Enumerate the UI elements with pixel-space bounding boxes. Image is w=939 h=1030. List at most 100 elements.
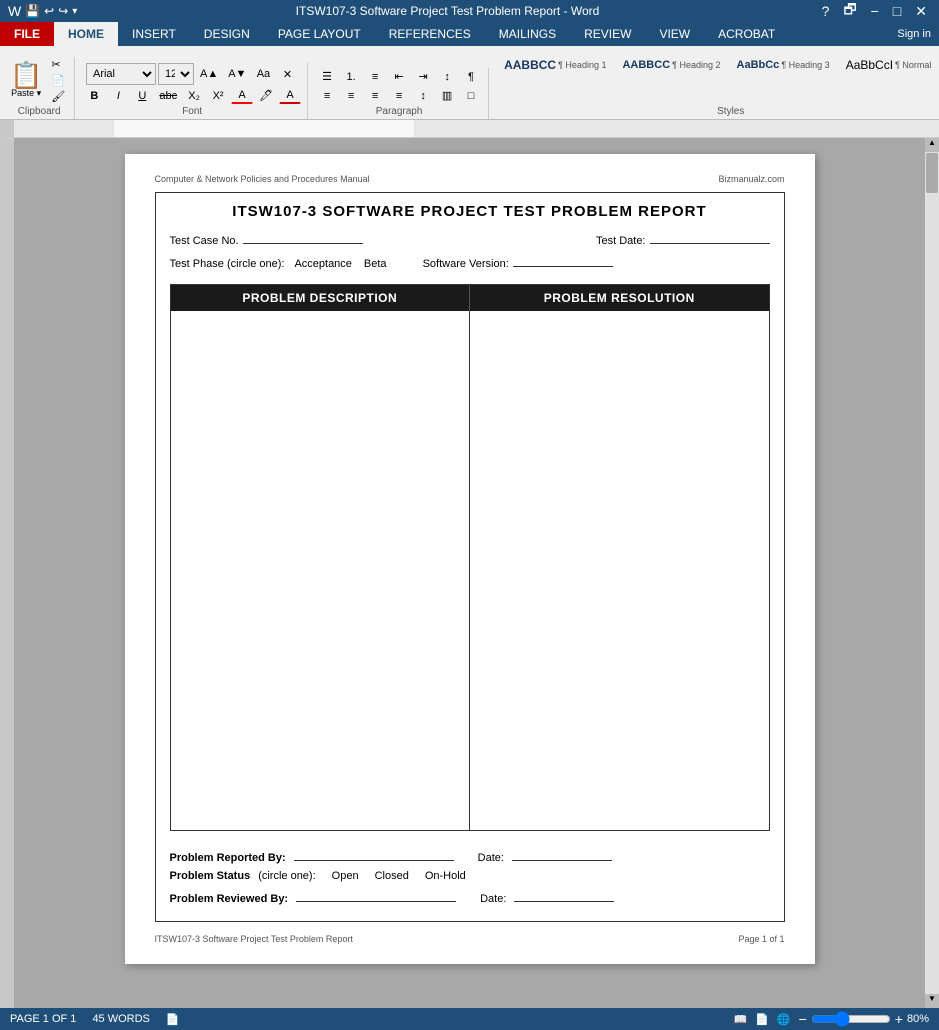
ribbon-tabs: FILE HOME INSERT DESIGN PAGE LAYOUT REFE… [0, 22, 939, 46]
text-color-btn[interactable]: A [231, 87, 253, 104]
font-size-select[interactable]: 12 [158, 63, 194, 85]
tab-home[interactable]: HOME [54, 22, 118, 46]
align-right-btn[interactable]: ≡ [364, 88, 386, 104]
align-left-btn[interactable]: ≡ [316, 88, 338, 104]
problem-header: PROBLEM DESCRIPTION PROBLEM RESOLUTION [171, 285, 769, 311]
shading-btn[interactable]: ▥ [436, 87, 458, 104]
scroll-down-btn[interactable]: ▼ [925, 994, 939, 1008]
undo-btn[interactable]: ↩ [44, 4, 54, 18]
zoom-level: 80% [907, 1013, 929, 1025]
sign-in[interactable]: Sign in [889, 28, 939, 40]
heading1-style[interactable]: AABBCC ¶ Heading 1 [497, 55, 613, 75]
tab-review[interactable]: REVIEW [570, 22, 645, 46]
subscript-btn[interactable]: X₂ [183, 88, 205, 104]
test-phase-field: Test Phase (circle one): Acceptance Beta [170, 258, 387, 270]
ribbon-content: 📋 Paste ▾ ✂ 📄 🖌 Clipboard Arial 12 A▲ A▼… [0, 46, 939, 120]
test-date-value[interactable] [650, 230, 770, 244]
numbering-btn[interactable]: 1. [340, 69, 362, 85]
show-marks-btn[interactable]: ¶ [460, 69, 482, 85]
scroll-up-btn[interactable]: ▲ [925, 138, 939, 152]
font-color-btn[interactable]: A [279, 87, 301, 104]
track-changes-icon[interactable]: 📄 [166, 1013, 180, 1026]
underline-btn[interactable]: U [131, 88, 153, 104]
status-on-hold: On-Hold [425, 870, 466, 882]
word-icon: W [8, 3, 21, 19]
reviewed-by-value[interactable] [296, 888, 456, 902]
document-area[interactable]: Computer & Network Policies and Procedur… [14, 138, 925, 1008]
maximize-btn[interactable]: □ [889, 3, 905, 19]
footer-right: Page 1 of 1 [738, 934, 784, 944]
test-phase-beta: Beta [364, 258, 387, 270]
reported-date-value[interactable] [512, 847, 612, 861]
zoom-in-btn[interactable]: + [895, 1011, 903, 1027]
redo-btn[interactable]: ↪ [58, 4, 68, 18]
status-left: PAGE 1 OF 1 45 WORDS 📄 [10, 1013, 180, 1026]
tab-insert[interactable]: INSERT [118, 22, 190, 46]
bullets-btn[interactable]: ☰ [316, 68, 338, 85]
format-painter-button[interactable]: 🖌 [48, 89, 68, 104]
test-case-value[interactable] [243, 230, 363, 244]
heading3-style[interactable]: AaBbCc ¶ Heading 3 [730, 55, 837, 75]
tab-view[interactable]: VIEW [645, 22, 704, 46]
decrease-indent-btn[interactable]: ⇤ [388, 68, 410, 85]
font-name-select[interactable]: Arial [86, 63, 156, 85]
bold-btn[interactable]: B [83, 88, 105, 104]
normal-style[interactable]: AaBbCcI ¶ Normal [839, 55, 939, 75]
header-left: Computer & Network Policies and Procedur… [155, 174, 370, 184]
strikethrough-btn[interactable]: abc [155, 88, 181, 104]
italic-btn[interactable]: I [107, 88, 129, 104]
sort-btn[interactable]: ↕ [436, 69, 458, 85]
restore-btn[interactable]: 🗗 [839, 0, 860, 23]
font-grow-btn[interactable]: A▲ [196, 66, 222, 82]
view-read-btn[interactable]: 📖 [733, 1013, 747, 1026]
paste-arrow[interactable]: Paste ▾ [11, 88, 41, 99]
paste-button[interactable]: 📋 [10, 62, 42, 88]
tab-references[interactable]: REFERENCES [375, 22, 485, 46]
increase-indent-btn[interactable]: ⇥ [412, 68, 434, 85]
tab-page-layout[interactable]: PAGE LAYOUT [264, 22, 375, 46]
line-spacing-btn[interactable]: ↕ [412, 88, 434, 104]
problem-desc-col[interactable] [171, 311, 471, 830]
heading2-style[interactable]: AABBCC ¶ Heading 2 [615, 55, 727, 75]
view-print-btn[interactable]: 📄 [755, 1013, 769, 1026]
minimize-btn[interactable]: − [867, 3, 883, 19]
tab-acrobat[interactable]: ACROBAT [704, 22, 789, 46]
tab-mailings[interactable]: MAILINGS [485, 22, 570, 46]
clear-format-btn[interactable]: ✕ [276, 66, 298, 83]
software-version-value[interactable] [513, 253, 613, 267]
multilevel-btn[interactable]: ≡ [364, 69, 386, 85]
zoom-out-btn[interactable]: − [799, 1011, 807, 1027]
superscript-btn[interactable]: X² [207, 88, 229, 104]
problem-desc-header: PROBLEM DESCRIPTION [171, 285, 471, 311]
copy-button[interactable]: 📄 [48, 73, 68, 88]
problem-res-col[interactable] [470, 311, 769, 830]
header-right: Bizmanualz.com [718, 174, 784, 184]
reviewed-date-value[interactable] [514, 888, 614, 902]
test-case-label: Test Case No. [170, 235, 239, 247]
font-shrink-btn[interactable]: A▼ [224, 66, 250, 82]
doc-footer: ITSW107-3 Software Project Test Problem … [155, 934, 785, 944]
close-btn[interactable]: ✕ [911, 3, 931, 20]
quick-save[interactable]: 💾 [25, 4, 40, 18]
reported-by-value[interactable] [294, 847, 454, 861]
view-web-btn[interactable]: 🌐 [777, 1013, 791, 1026]
borders-btn[interactable]: □ [460, 88, 482, 104]
align-center-btn[interactable]: ≡ [340, 88, 362, 104]
title-bar: W 💾 ↩ ↪ ▾ ITSW107-3 Software Project Tes… [0, 0, 939, 22]
justify-btn[interactable]: ≡ [388, 88, 410, 104]
document-page: Computer & Network Policies and Procedur… [125, 154, 815, 964]
ruler-svg [14, 120, 939, 137]
tab-design[interactable]: DESIGN [190, 22, 264, 46]
left-ruler [0, 138, 14, 1008]
highlight-btn[interactable]: 🖊 [255, 87, 277, 104]
tab-file[interactable]: FILE [0, 22, 54, 46]
zoom-slider[interactable] [811, 1011, 891, 1027]
styles-group: AABBCC ¶ Heading 1 AABBCC ¶ Heading 2 Aa… [491, 55, 939, 119]
cut-button[interactable]: ✂ [48, 57, 68, 72]
font-case-btn[interactable]: Aa [252, 66, 274, 82]
help-btn[interactable]: ? [818, 3, 834, 19]
scrollbar[interactable]: ▲ ▼ [925, 138, 939, 1008]
scroll-thumb[interactable] [926, 153, 938, 193]
test-phase-acceptance: Acceptance [294, 258, 351, 270]
form-title: ITSW107-3 SOFTWARE PROJECT TEST PROBLEM … [170, 203, 770, 220]
